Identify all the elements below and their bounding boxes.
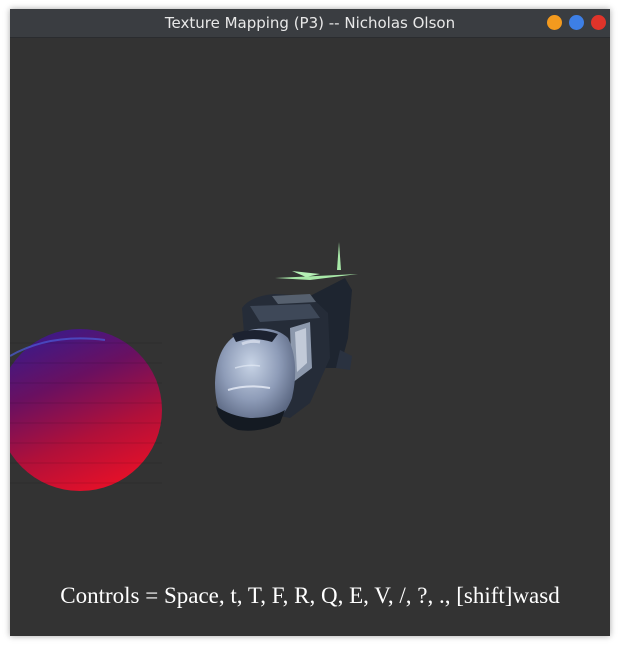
controls-help-text: Controls = Space, t, T, F, R, Q, E, V, /… [60,583,560,608]
scene-canvas [10,242,358,491]
close-button[interactable] [591,15,606,30]
minimize-button[interactable] [547,15,562,30]
maximize-button[interactable] [569,15,584,30]
window-title: Texture Mapping (P3) -- Nicholas Olson [164,14,456,32]
title-bar[interactable]: Texture Mapping (P3) -- Nicholas Olson [10,9,610,38]
render-viewport[interactable]: Controls = Space, t, T, F, R, Q, E, V, /… [10,38,610,636]
app-window: Texture Mapping (P3) -- Nicholas Olson C… [10,9,610,636]
textured-sphere [10,329,162,491]
helicopter-model [215,242,358,431]
